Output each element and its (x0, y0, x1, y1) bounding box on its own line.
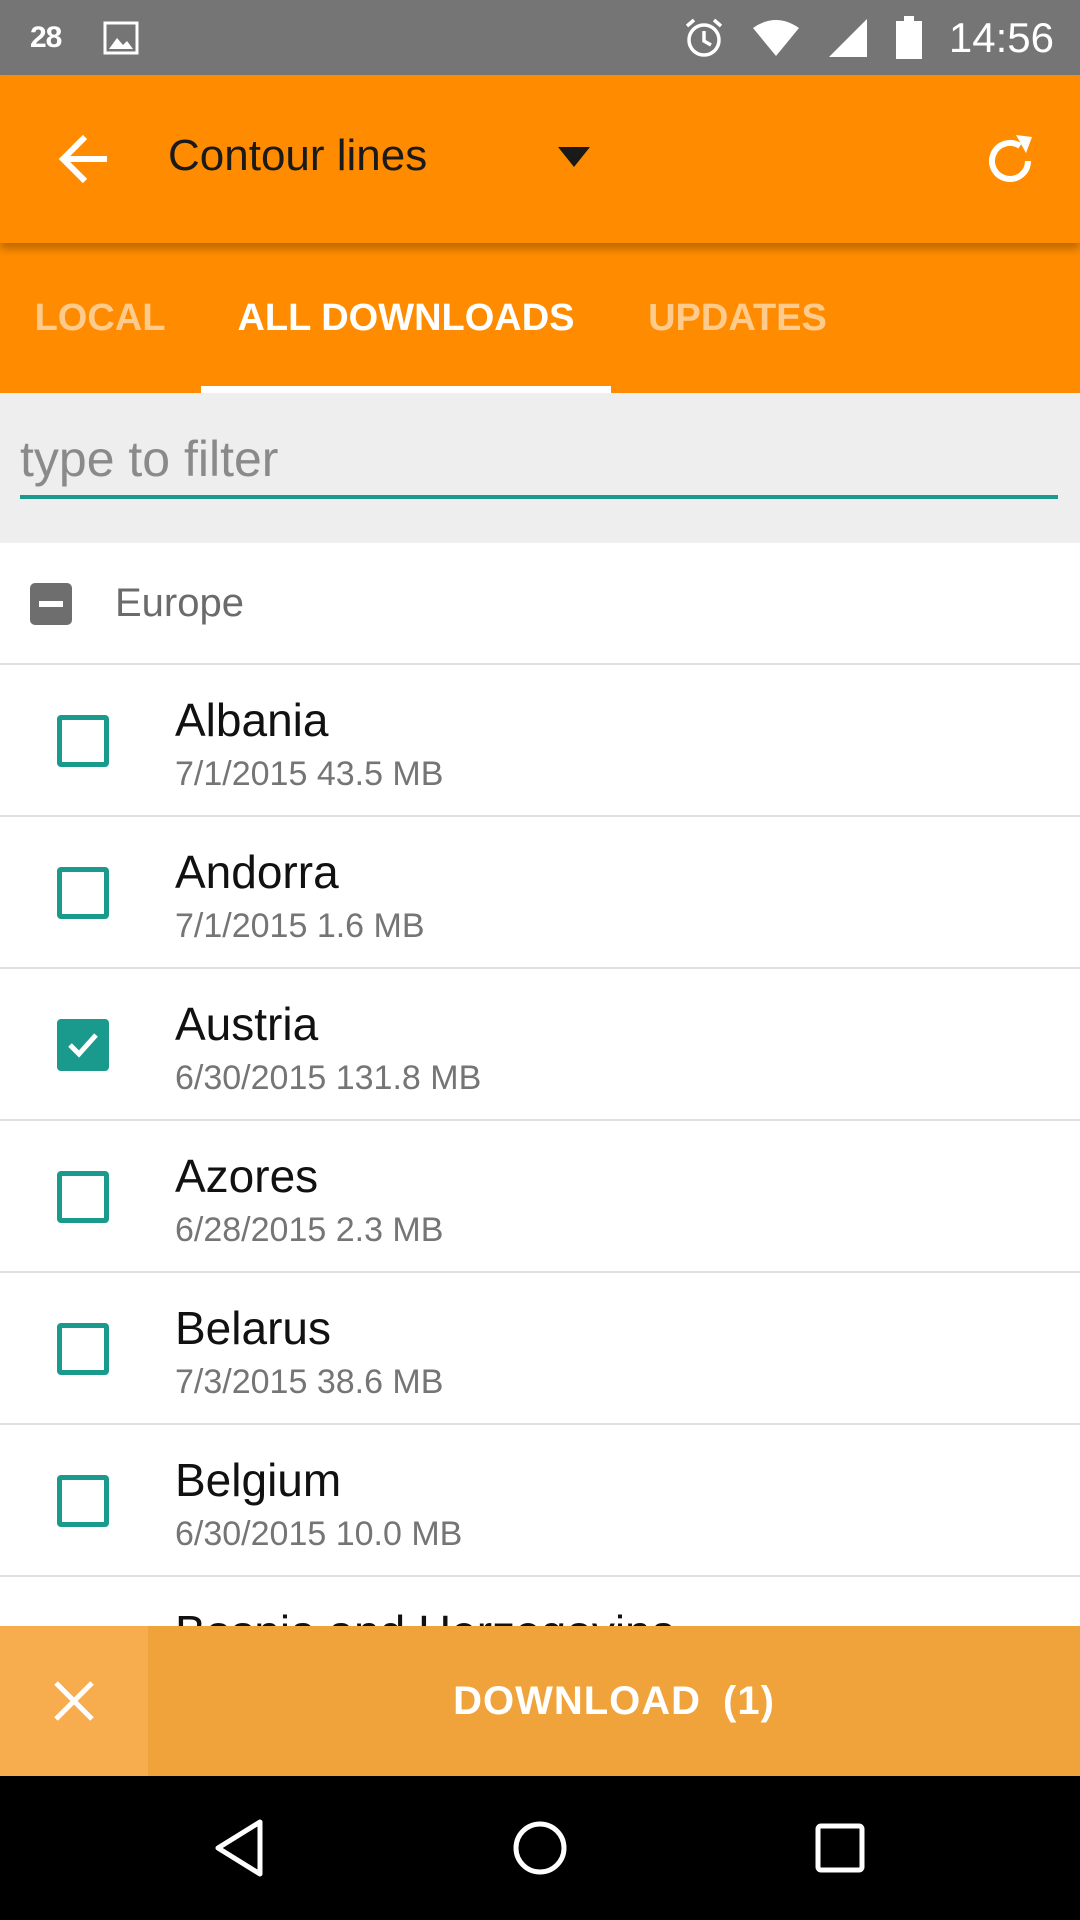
cancel-button[interactable] (0, 1626, 148, 1776)
item-size: 38.6 MB (316, 1363, 444, 1401)
group-checkbox-partial[interactable] (30, 583, 72, 625)
item-date: 6/30/2015 (175, 1515, 327, 1553)
list-item[interactable]: Azores 6/28/2015 2.3 MB (0, 1121, 1080, 1273)
item-size: 131.8 MB (335, 1059, 482, 1097)
triangle-down-icon[interactable] (556, 145, 592, 169)
recents-square-icon[interactable] (808, 1816, 872, 1880)
item-name: Belgium (175, 1454, 342, 1506)
tab-updates[interactable]: UPDATES (630, 243, 845, 393)
item-date: 6/28/2015 (175, 1211, 327, 1249)
item-checkbox-checked[interactable] (57, 1019, 109, 1071)
list-item[interactable]: Andorra 7/1/2015 1.6 MB (0, 817, 1080, 969)
close-icon (54, 1681, 94, 1721)
list-item[interactable]: Belgium 6/30/2015 10.0 MB (0, 1425, 1080, 1577)
home-circle-icon[interactable] (508, 1816, 572, 1880)
navigation-bar (0, 1776, 1080, 1920)
item-meta: 6/30/2015 10.0 MB (175, 1515, 462, 1554)
tab-local[interactable]: LOCAL (20, 243, 180, 393)
item-size: 2.3 MB (335, 1211, 444, 1249)
status-time: 14:56 (948, 13, 1054, 61)
item-date: 6/30/2015 (175, 1059, 327, 1097)
tab-bar: LOCAL ALL DOWNLOADS UPDATES (0, 243, 1080, 393)
group-label: Europe (115, 581, 244, 625)
item-meta: 7/1/2015 43.5 MB (175, 755, 443, 794)
item-checkbox[interactable] (57, 715, 109, 767)
tab-all-downloads[interactable]: ALL DOWNLOADS (201, 243, 611, 393)
action-bar: DOWNLOAD (1) (0, 1626, 1080, 1776)
back-triangle-icon[interactable] (208, 1816, 272, 1880)
item-checkbox[interactable] (57, 867, 109, 919)
item-date: 7/1/2015 (175, 755, 308, 793)
item-name: Albania (175, 694, 329, 746)
list-item[interactable]: Belarus 7/3/2015 38.6 MB (0, 1273, 1080, 1425)
list-item[interactable]: Albania 7/1/2015 43.5 MB (0, 665, 1080, 817)
check-icon (68, 1033, 98, 1058)
group-header-europe[interactable]: Europe (0, 543, 1080, 665)
item-size: 10.0 MB (335, 1515, 463, 1553)
arrow-left-icon[interactable] (55, 129, 115, 189)
download-button[interactable]: DOWNLOAD (1) (148, 1626, 1080, 1776)
wifi-icon (752, 19, 799, 56)
item-size: 43.5 MB (316, 755, 444, 793)
item-date: 7/1/2015 (175, 907, 308, 945)
refresh-icon[interactable] (980, 131, 1040, 191)
item-name: Belarus (175, 1302, 331, 1354)
download-label: DOWNLOAD (453, 1678, 702, 1723)
filter-area (0, 393, 1080, 543)
item-checkbox[interactable] (57, 1323, 109, 1375)
item-checkbox[interactable] (57, 1475, 109, 1527)
item-date: 7/3/2015 (175, 1363, 308, 1401)
item-name: Andorra (175, 846, 339, 898)
item-meta: 7/1/2015 1.6 MB (175, 907, 425, 946)
toolbar-title[interactable]: Contour lines (168, 131, 427, 181)
alarm-icon (685, 18, 723, 57)
download-list: Albania 7/1/2015 43.5 MB Andorra 7/1/201… (0, 665, 1080, 1657)
item-checkbox[interactable] (57, 1171, 109, 1223)
item-name: Austria (175, 998, 319, 1050)
tab-indicator (201, 386, 611, 393)
battery-icon (895, 15, 922, 59)
item-size: 1.6 MB (316, 907, 425, 945)
signal-icon (828, 18, 867, 57)
item-name: Azores (175, 1150, 319, 1202)
list-item[interactable]: Austria 6/30/2015 131.8 MB (0, 969, 1080, 1121)
app-bar: Contour lines (0, 75, 1080, 243)
filter-input[interactable] (20, 423, 1058, 499)
item-meta: 6/28/2015 2.3 MB (175, 1211, 443, 1250)
item-meta: 6/30/2015 131.8 MB (175, 1059, 481, 1098)
notification-number: 28 (30, 20, 62, 54)
status-bar: 28 14:56 (0, 0, 1080, 75)
item-meta: 7/3/2015 38.6 MB (175, 1363, 443, 1402)
download-count: (1) (723, 1678, 775, 1723)
image-icon (103, 21, 139, 54)
